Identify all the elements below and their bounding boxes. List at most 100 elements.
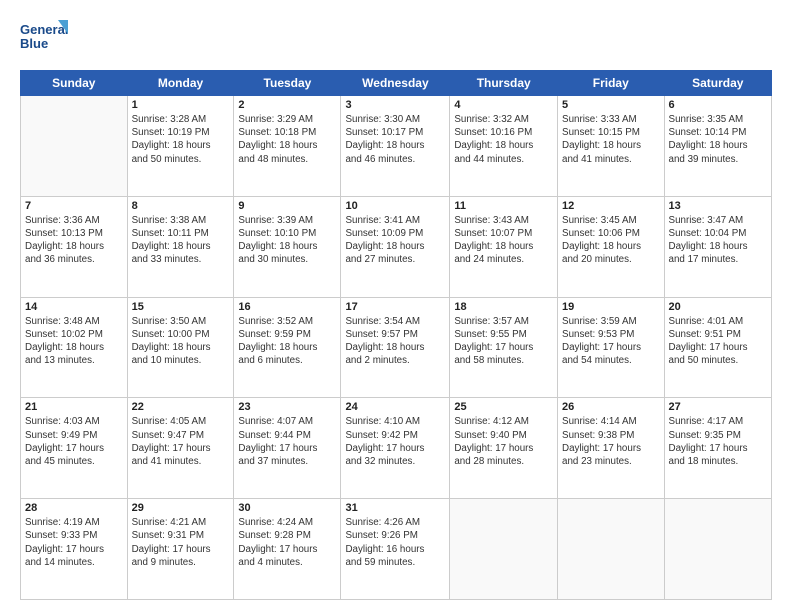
day-cell: 6 Sunrise: 3:35 AM Sunset: 10:14 PM Dayli… [664,96,771,197]
day-number: 11 [454,200,553,212]
day-cell [450,499,558,600]
day-cell: 26Sunrise: 4:14 AM Sunset: 9:38 PM Dayli… [558,398,665,499]
day-number: 14 [25,301,123,313]
day-number: 30 [238,502,336,514]
day-cell: 5Sunrise: 3:33 AM Sunset: 10:15 PM Dayli… [558,96,665,197]
day-number: 3 [345,99,445,111]
col-header-tuesday: Tuesday [234,71,341,96]
day-number: 19 [562,301,660,313]
day-number: 2 [238,99,336,111]
day-number: 9 [238,200,336,212]
week-row-5: 28 Sunrise: 4:19 AM Sunset: 9:33 PM Dayli… [21,499,772,600]
header: General Blue [20,18,772,60]
day-info: Sunrise: 3:41 AM Sunset: 10:09 PM Daylig… [345,214,445,267]
day-number: 31 [345,502,445,514]
day-cell: 10 Sunrise: 3:41 AM Sunset: 10:09 PM Dayl… [341,196,450,297]
day-info: Sunrise: 4:05 AM Sunset: 9:47 PM Dayligh… [132,415,230,468]
day-cell: 7 Sunrise: 3:36 AM Sunset: 10:13 PM Dayli… [21,196,128,297]
day-info: Sunrise: 4:12 AM Sunset: 9:40 PM Dayligh… [454,415,553,468]
day-cell: 4 Sunrise: 3:32 AM Sunset: 10:16 PM Dayli… [450,96,558,197]
day-number: 6 [669,99,767,111]
day-cell: 19 Sunrise: 3:59 AM Sunset: 9:53 PM Dayli… [558,297,665,398]
col-header-friday: Friday [558,71,665,96]
day-info: Sunrise: 3:28 AM Sunset: 10:19 PM Daylig… [132,113,230,166]
day-number: 18 [454,301,553,313]
day-info: Sunrise: 3:52 AM Sunset: 9:59 PM Dayligh… [238,315,336,368]
day-info: Sunrise: 3:36 AM Sunset: 10:13 PM Daylig… [25,214,123,267]
day-info: Sunrise: 3:30 AM Sunset: 10:17 PM Daylig… [345,113,445,166]
day-info: Sunrise: 3:29 AM Sunset: 10:18 PM Daylig… [238,113,336,166]
logo-svg: General Blue [20,18,70,60]
day-info: Sunrise: 3:48 AM Sunset: 10:02 PM Daylig… [25,315,123,368]
day-info: Sunrise: 3:54 AM Sunset: 9:57 PM Dayligh… [345,315,445,368]
day-number: 10 [345,200,445,212]
day-cell: 11Sunrise: 3:43 AM Sunset: 10:07 PM Dayl… [450,196,558,297]
day-number: 12 [562,200,660,212]
day-info: Sunrise: 3:59 AM Sunset: 9:53 PM Dayligh… [562,315,660,368]
day-cell: 22Sunrise: 4:05 AM Sunset: 9:47 PM Dayli… [127,398,234,499]
col-header-monday: Monday [127,71,234,96]
day-cell: 2 Sunrise: 3:29 AM Sunset: 10:18 PM Dayli… [234,96,341,197]
day-info: Sunrise: 4:19 AM Sunset: 9:33 PM Dayligh… [25,516,123,569]
day-cell [664,499,771,600]
day-cell: 17 Sunrise: 3:54 AM Sunset: 9:57 PM Dayli… [341,297,450,398]
col-header-wednesday: Wednesday [341,71,450,96]
day-number: 27 [669,401,767,413]
day-number: 17 [345,301,445,313]
day-cell: 31Sunrise: 4:26 AM Sunset: 9:26 PM Dayli… [341,499,450,600]
day-cell: 28 Sunrise: 4:19 AM Sunset: 9:33 PM Dayli… [21,499,128,600]
week-row-1: 1 Sunrise: 3:28 AM Sunset: 10:19 PM Dayli… [21,96,772,197]
day-info: Sunrise: 3:57 AM Sunset: 9:55 PM Dayligh… [454,315,553,368]
day-cell: 9Sunrise: 3:39 AM Sunset: 10:10 PM Dayli… [234,196,341,297]
day-cell: 1 Sunrise: 3:28 AM Sunset: 10:19 PM Dayli… [127,96,234,197]
page: General Blue SundayMondayTuesdayWednesda… [0,0,792,612]
day-number: 7 [25,200,123,212]
day-info: Sunrise: 3:50 AM Sunset: 10:00 PM Daylig… [132,315,230,368]
day-info: Sunrise: 3:35 AM Sunset: 10:14 PM Daylig… [669,113,767,166]
day-cell: 12 Sunrise: 3:45 AM Sunset: 10:06 PM Dayl… [558,196,665,297]
day-info: Sunrise: 3:47 AM Sunset: 10:04 PM Daylig… [669,214,767,267]
day-info: Sunrise: 3:38 AM Sunset: 10:11 PM Daylig… [132,214,230,267]
day-number: 1 [132,99,230,111]
day-cell: 21Sunrise: 4:03 AM Sunset: 9:49 PM Dayli… [21,398,128,499]
day-number: 21 [25,401,123,413]
day-number: 5 [562,99,660,111]
day-cell: 13 Sunrise: 3:47 AM Sunset: 10:04 PM Dayl… [664,196,771,297]
day-cell: 20Sunrise: 4:01 AM Sunset: 9:51 PM Dayli… [664,297,771,398]
day-info: Sunrise: 4:10 AM Sunset: 9:42 PM Dayligh… [345,415,445,468]
day-info: Sunrise: 4:14 AM Sunset: 9:38 PM Dayligh… [562,415,660,468]
day-number: 25 [454,401,553,413]
day-cell [21,96,128,197]
day-number: 4 [454,99,553,111]
day-cell: 24 Sunrise: 4:10 AM Sunset: 9:42 PM Dayli… [341,398,450,499]
week-row-3: 14 Sunrise: 3:48 AM Sunset: 10:02 PM Dayl… [21,297,772,398]
day-info: Sunrise: 4:07 AM Sunset: 9:44 PM Dayligh… [238,415,336,468]
day-number: 24 [345,401,445,413]
col-header-sunday: Sunday [21,71,128,96]
day-info: Sunrise: 3:32 AM Sunset: 10:16 PM Daylig… [454,113,553,166]
day-cell: 29Sunrise: 4:21 AM Sunset: 9:31 PM Dayli… [127,499,234,600]
day-cell [558,499,665,600]
logo: General Blue [20,18,70,60]
day-cell: 25 Sunrise: 4:12 AM Sunset: 9:40 PM Dayli… [450,398,558,499]
day-number: 13 [669,200,767,212]
day-cell: 27 Sunrise: 4:17 AM Sunset: 9:35 PM Dayli… [664,398,771,499]
col-header-thursday: Thursday [450,71,558,96]
calendar-table: SundayMondayTuesdayWednesdayThursdayFrid… [20,70,772,600]
day-number: 15 [132,301,230,313]
week-row-2: 7 Sunrise: 3:36 AM Sunset: 10:13 PM Dayli… [21,196,772,297]
day-cell: 30Sunrise: 4:24 AM Sunset: 9:28 PM Dayli… [234,499,341,600]
week-row-4: 21Sunrise: 4:03 AM Sunset: 9:49 PM Dayli… [21,398,772,499]
day-cell: 18 Sunrise: 3:57 AM Sunset: 9:55 PM Dayli… [450,297,558,398]
day-cell: 23 Sunrise: 4:07 AM Sunset: 9:44 PM Dayli… [234,398,341,499]
day-number: 23 [238,401,336,413]
day-info: Sunrise: 3:45 AM Sunset: 10:06 PM Daylig… [562,214,660,267]
col-header-saturday: Saturday [664,71,771,96]
day-number: 29 [132,502,230,514]
day-cell: 8 Sunrise: 3:38 AM Sunset: 10:11 PM Dayli… [127,196,234,297]
day-cell: 15 Sunrise: 3:50 AM Sunset: 10:00 PM Dayl… [127,297,234,398]
day-info: Sunrise: 4:17 AM Sunset: 9:35 PM Dayligh… [669,415,767,468]
header-row: SundayMondayTuesdayWednesdayThursdayFrid… [21,71,772,96]
day-number: 28 [25,502,123,514]
day-number: 8 [132,200,230,212]
